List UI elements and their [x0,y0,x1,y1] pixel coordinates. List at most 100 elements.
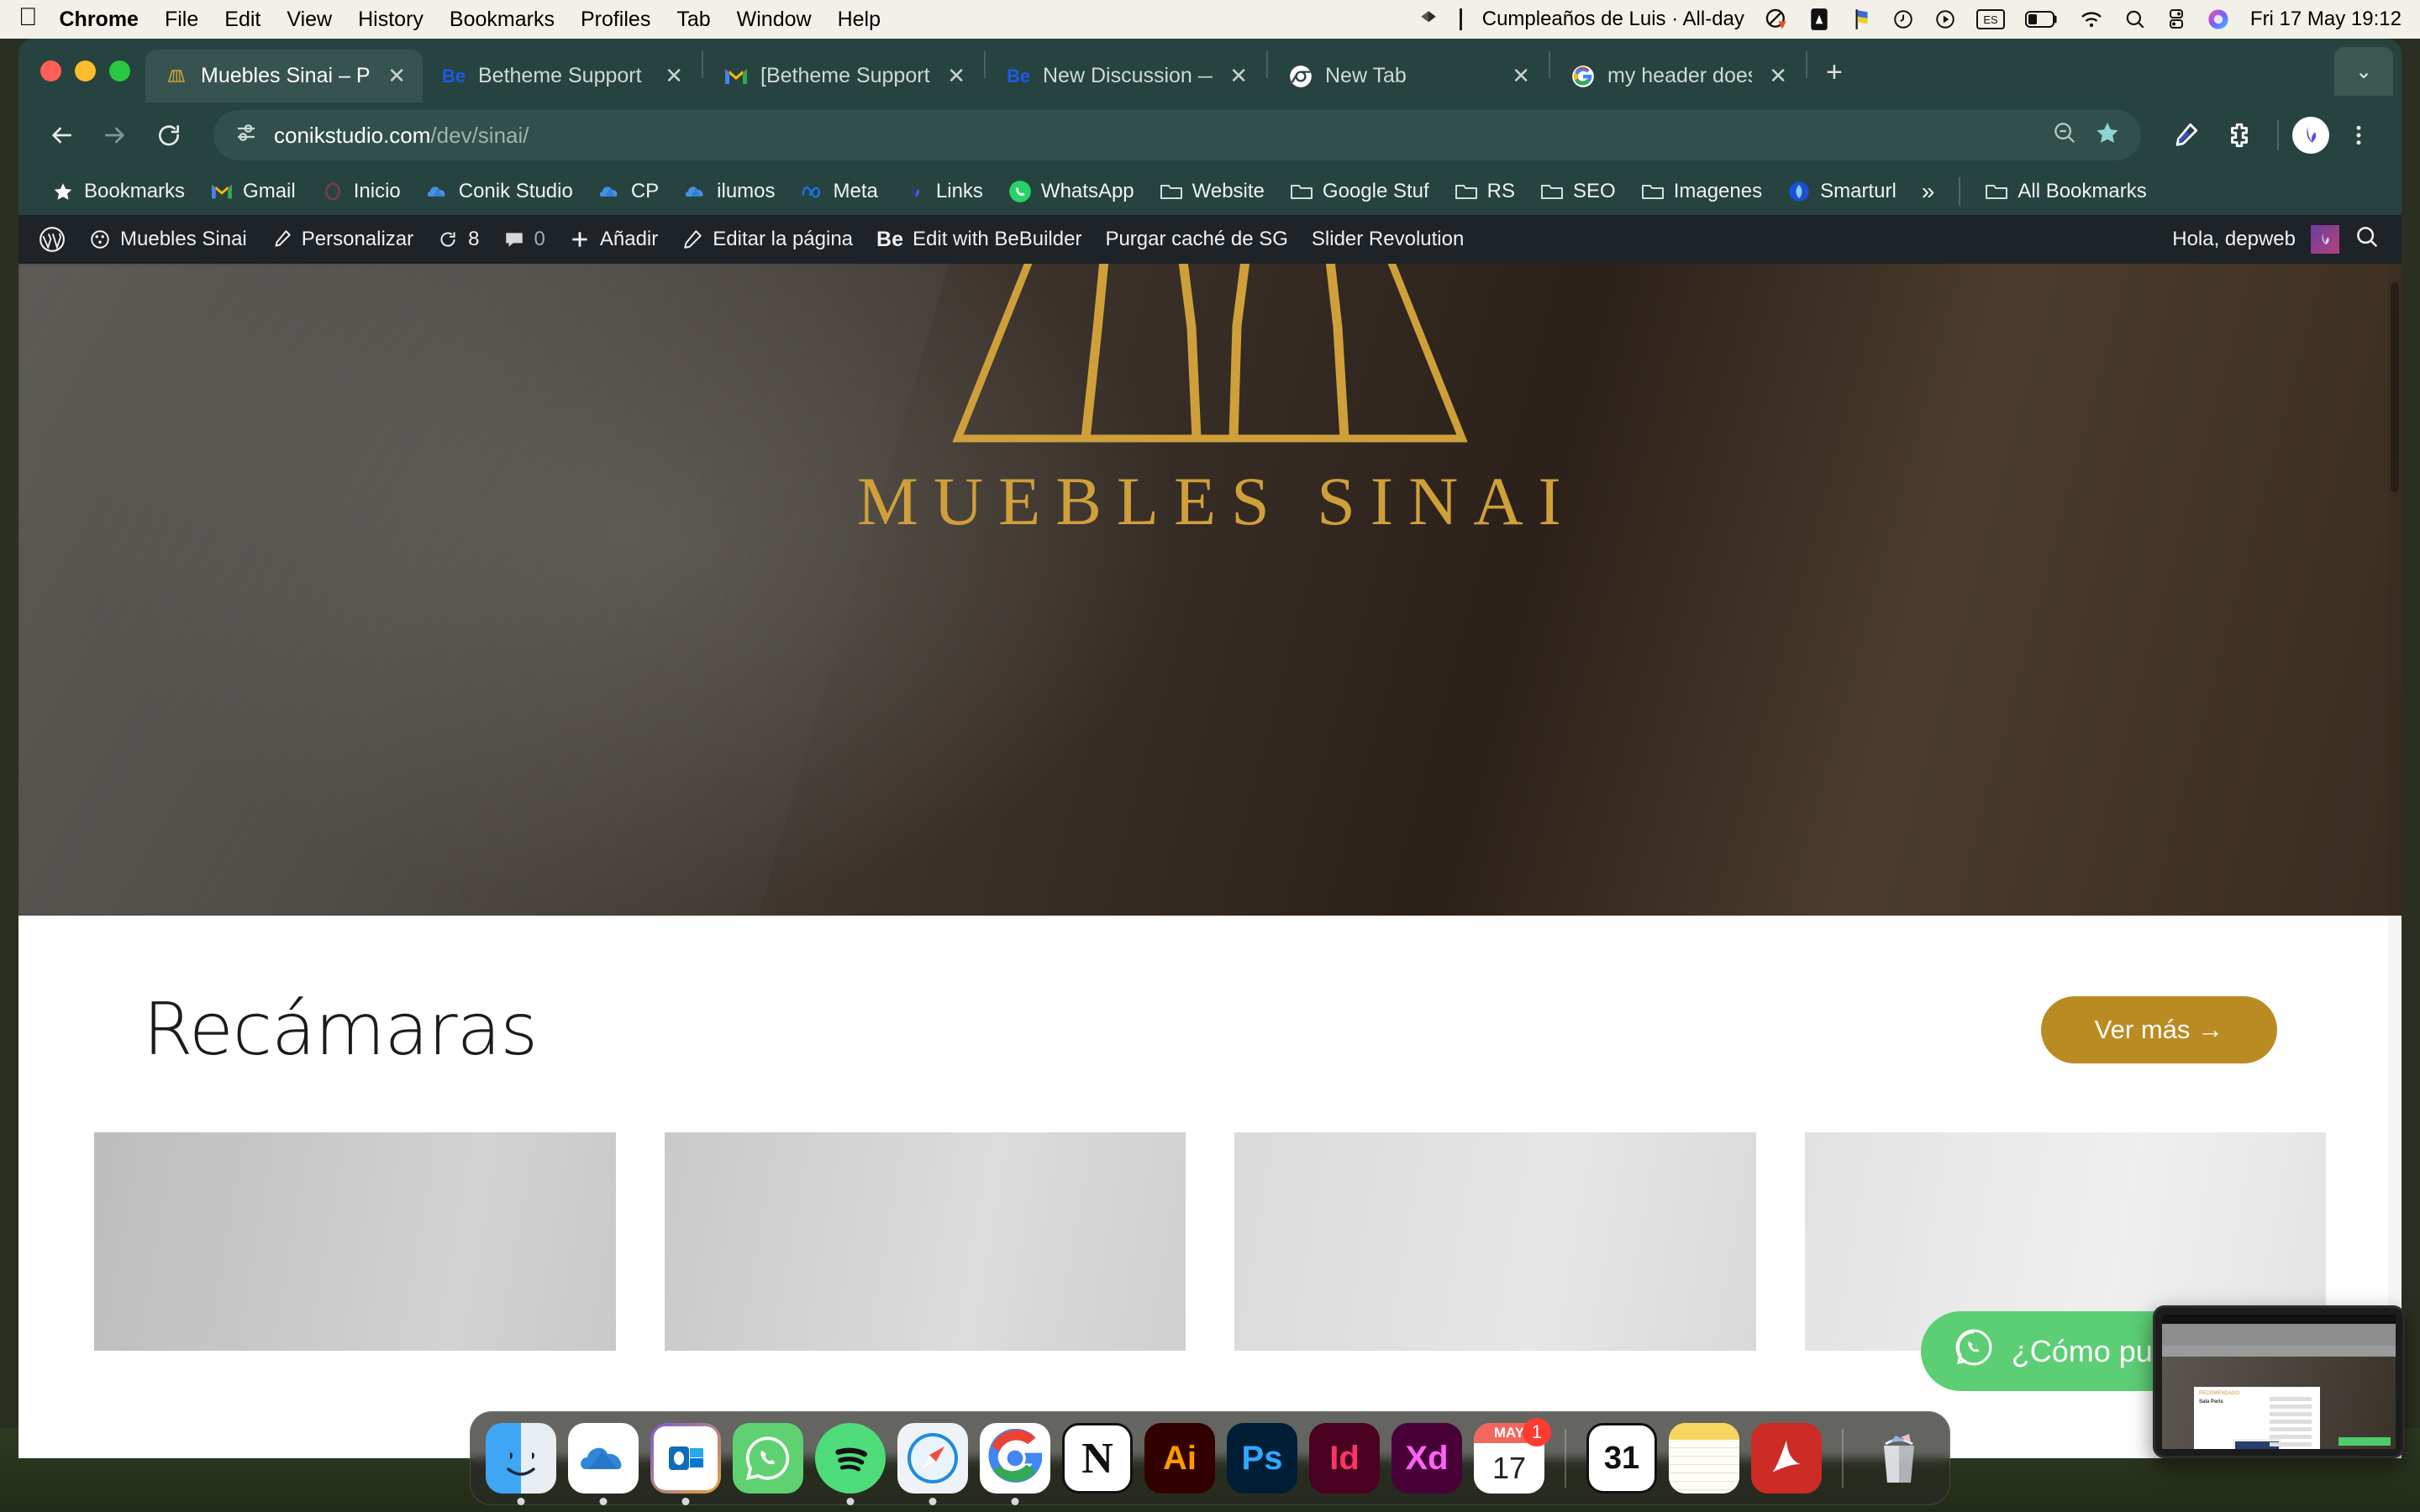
calendar-event-text[interactable]: Cumpleaños de Luis · All-day [1482,8,1744,31]
dock-item-notion[interactable]: N [1062,1423,1133,1494]
dock-item-acrobat[interactable] [1751,1423,1822,1494]
extensions-puzzle-icon[interactable] [2215,111,2264,160]
bookmark-gmail[interactable]: Gmail [197,180,308,203]
menu-item-edit[interactable]: Edit [224,8,260,32]
bookmark-rs[interactable]: RS [1442,180,1528,203]
product-card[interactable] [1234,1132,1756,1351]
close-window-button[interactable] [40,60,61,81]
menu-item-profiles[interactable]: Profiles [581,8,650,32]
bookmark-whatsapp[interactable]: WhatsApp [996,180,1147,203]
dock-item-indesign[interactable]: Id [1309,1423,1380,1494]
wp-greeting[interactable]: Hola, depweb [2172,228,2296,251]
tab-new-discussion[interactable]: Be New Discussion — Bet ✕ [987,50,1265,102]
three-dot-menu-icon[interactable] [2334,111,2383,160]
page-scrollbar[interactable] [2388,264,2402,1458]
color-picker-icon[interactable] [2161,111,2210,160]
wp-customize[interactable]: Personalizar [259,228,425,251]
product-card[interactable] [664,1132,1186,1351]
dropbox-icon[interactable] [1418,8,1439,30]
wifi-icon[interactable] [2079,9,2104,29]
screenshot-preview-thumbnail[interactable]: RECOMENDADO Sala Paris [2153,1305,2405,1458]
user-avatar[interactable] [2311,225,2339,254]
notion-calendar-warning-icon[interactable] [1765,8,1788,31]
forward-button[interactable] [91,111,139,160]
wp-logo-button[interactable] [27,226,77,253]
dock-item-whatsapp[interactable] [733,1423,803,1494]
tab-google-search[interactable]: my header doesn't scr ✕ [1552,50,1804,102]
menu-item-window[interactable]: Window [737,8,812,32]
dock-item-xd[interactable]: Xd [1392,1423,1462,1494]
address-bar[interactable]: conikstudio.com/dev/sinai/ [213,110,2141,160]
scrollbar-thumb[interactable] [2391,282,2399,492]
new-tab-button[interactable]: + [1809,56,1860,102]
wp-edit-with-bebuilder[interactable]: Be Edit with BeBuilder [865,228,1093,252]
dock-item-illustrator[interactable]: Ai [1144,1423,1215,1494]
zoom-out-icon[interactable] [2052,120,2077,151]
dock-item-outlook[interactable] [650,1423,721,1505]
wp-updates[interactable]: 8 [425,228,491,251]
bookmark-meta[interactable]: Meta [788,180,891,203]
close-tab-button[interactable]: ✕ [660,63,688,89]
minimize-window-button[interactable] [75,60,96,81]
time-machine-icon[interactable] [1892,8,1914,30]
bookmark-imagenes[interactable]: Imagenes [1628,180,1775,203]
site-logo[interactable]: MUEBLES SINAI [857,264,1563,541]
play-circle-icon[interactable] [1934,8,1956,30]
dock-item-onedrive[interactable] [568,1423,639,1505]
dock-item-calendar[interactable]: MAY 17 1 [1474,1418,1551,1494]
product-card[interactable] [94,1132,616,1351]
tab-betheme-support-email[interactable]: [Betheme Support For ✕ [705,50,982,102]
menu-item-bookmarks[interactable]: Bookmarks [450,8,555,32]
input-source-es-icon[interactable]: ES [1975,8,2005,30]
search-icon[interactable] [2124,8,2146,30]
ver-mas-button[interactable]: Ver más → [2040,996,2277,1063]
adobe-creative-cloud-icon[interactable] [1808,8,1830,31]
maximize-window-button[interactable] [109,60,130,81]
tab-muebles-sinai[interactable]: Muebles Sinai – Produc ✕ [145,50,423,102]
menu-item-tab[interactable]: Tab [676,8,710,32]
wp-new-content[interactable]: Añadir [557,228,670,251]
close-tab-button[interactable]: ✕ [382,63,411,89]
close-tab-button[interactable]: ✕ [1224,63,1253,89]
wp-purge-sg-cache[interactable]: Purgar caché de SG [1093,228,1299,251]
bookmark-ilumos[interactable]: ilumos [671,180,787,203]
wp-edit-page[interactable]: Editar la página [670,228,865,251]
battery-icon[interactable] [2024,10,2059,29]
dock-item-fantastical[interactable]: 31 [1586,1423,1657,1494]
dock-item-chrome[interactable] [980,1423,1050,1505]
wp-slider-revolution[interactable]: Slider Revolution [1300,228,1476,251]
close-tab-button[interactable]: ✕ [942,63,971,89]
bookmark-website[interactable]: Website [1147,180,1277,203]
control-center-icon[interactable] [2166,8,2186,30]
menu-item-help[interactable]: Help [838,8,881,32]
bookmark-links[interactable]: Links [891,180,996,203]
close-tab-button[interactable]: ✕ [1507,63,1535,89]
bookmark-google-stuf[interactable]: Google Stuf [1277,180,1442,203]
bookmark-inicio[interactable]: Inicio [308,180,413,203]
apple-menu-icon[interactable]:  [18,4,38,34]
dock-item-finder[interactable] [486,1423,556,1505]
flag-icon[interactable] [1850,8,1872,31]
bookmark-all-bookmarks[interactable]: All Bookmarks [1972,180,2159,203]
bookmark-conik-studio[interactable]: Conik Studio [413,180,586,203]
menu-item-file[interactable]: File [165,8,198,32]
dock-item-spotify[interactable] [815,1423,886,1505]
menu-item-view[interactable]: View [287,8,332,32]
bookmark-bookmarks[interactable]: Bookmarks [39,180,197,203]
tab-betheme-support-forum[interactable]: Be Betheme Support Foru ✕ [423,50,700,102]
bookmark-star-icon[interactable] [2094,119,2121,152]
bookmark-seo[interactable]: SEO [1528,180,1628,203]
tab-search-button[interactable]: ⌄ [2334,47,2393,96]
reload-button[interactable] [145,111,193,160]
clock[interactable]: Fri 17 May 19:12 [2250,8,2402,31]
wp-comments[interactable]: 0 [492,228,557,251]
wp-site-name[interactable]: Muebles Sinai [77,228,259,251]
wp-search-icon[interactable] [2354,224,2380,255]
dock-item-safari[interactable] [897,1423,968,1505]
dock-item-photoshop[interactable]: Ps [1227,1423,1297,1494]
tab-new-tab[interactable]: New Tab ✕ [1270,50,1547,102]
dock-item-trash[interactable] [1864,1423,1934,1494]
profile-avatar-icon[interactable] [2292,117,2329,154]
bookmark-cp[interactable]: CP [586,180,671,203]
close-tab-button[interactable]: ✕ [1764,63,1792,89]
